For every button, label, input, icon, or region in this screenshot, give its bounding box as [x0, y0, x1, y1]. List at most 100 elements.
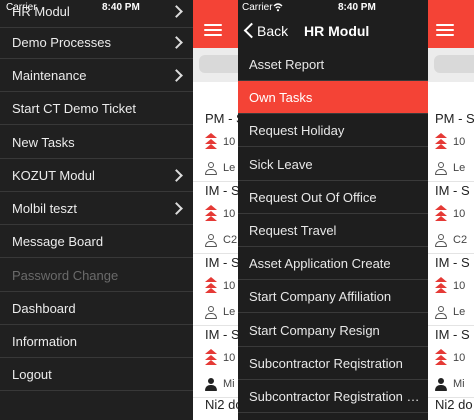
- task-card[interactable]: PM - S 10 Le: [428, 106, 474, 182]
- carrier-label: Carrier: [242, 2, 273, 13]
- hr-menu-item-start-company-resign[interactable]: Start Company Resign: [238, 314, 428, 347]
- side-menu-item-molbil-teszt[interactable]: Molbil teszt: [0, 192, 193, 225]
- task-assignee: Le: [453, 162, 466, 174]
- side-menu-item-information[interactable]: Information: [0, 325, 193, 358]
- task-card[interactable]: IM - S 10 Mi: [193, 322, 238, 398]
- priority-high-icon: [435, 205, 447, 221]
- side-menu-item-demo-processes[interactable]: Demo Processes: [0, 26, 193, 59]
- side-menu-item-start-ct-demo-ticket[interactable]: Start CT Demo Ticket: [0, 92, 193, 125]
- hr-modul-menu: Carrier 8:40 PM Back HR Modul Asset Repo…: [238, 0, 428, 420]
- hamburger-menu-icon[interactable]: [204, 24, 222, 37]
- task-title: IM - S: [205, 327, 238, 342]
- side-menu-item-label: Password Change: [12, 268, 119, 283]
- priority-high-icon: [435, 133, 447, 149]
- priority-high-icon: [435, 349, 447, 365]
- task-card[interactable]: IM - S 10 Mi: [428, 322, 474, 398]
- hr-menu-item-subcontractor-registration-request[interactable]: Subcontractor Registration Request: [238, 380, 428, 413]
- side-menu-item-dashboard[interactable]: Dashboard: [0, 292, 193, 325]
- chevron-right-icon: [170, 69, 183, 82]
- hr-menu-item-asset-report[interactable]: Asset Report: [238, 48, 428, 81]
- task-card[interactable]: IM - S 10 C2: [193, 178, 238, 254]
- side-menu-item-label: HR Modul: [12, 4, 70, 19]
- task-assignee: Le: [453, 306, 466, 318]
- chevron-right-icon: [170, 169, 183, 182]
- task-number: 10: [453, 136, 466, 148]
- hr-menu-item-own-tasks[interactable]: Own Tasks: [238, 81, 428, 115]
- status-bar: Carrier 8:40 PM: [238, 0, 428, 16]
- task-card[interactable]: IM - S 10 Le: [193, 250, 238, 326]
- person-icon: [435, 306, 447, 319]
- search-input[interactable]: [434, 55, 474, 73]
- chevron-right-icon: [170, 36, 183, 49]
- side-menu-item-logout[interactable]: Logout: [0, 358, 193, 391]
- task-title: IM - S: [435, 327, 470, 342]
- hr-menu-item-label: Own Tasks: [249, 90, 313, 106]
- side-menu-item-message-board[interactable]: Message Board: [0, 225, 193, 258]
- person-icon: [435, 378, 447, 391]
- side-menu-item-maintenance[interactable]: Maintenance: [0, 59, 193, 92]
- side-menu-item-new-tasks[interactable]: New Tasks: [0, 126, 193, 159]
- task-title: IM - S: [435, 255, 470, 270]
- task-number: 10: [223, 280, 236, 292]
- task-number: 10: [223, 136, 236, 148]
- hr-menu-item-request-travel[interactable]: Request Travel: [238, 214, 428, 247]
- person-icon: [205, 306, 217, 319]
- side-menu-item-label: Dashboard: [12, 301, 76, 316]
- task-number: 10: [223, 352, 236, 364]
- person-icon: [205, 378, 217, 391]
- hr-modul-header: Back HR Modul: [238, 16, 428, 48]
- task-assignee: C2: [453, 234, 468, 246]
- hr-menu-item-subcontractor-reqistration[interactable]: Subcontractor Reqistration: [238, 347, 428, 380]
- back-label: Back: [257, 23, 289, 39]
- priority-high-icon: [205, 133, 217, 149]
- task-number: 10: [453, 208, 466, 220]
- status-time: 8:40 PM: [338, 2, 376, 13]
- task-card[interactable]: PM - S 10 Le: [193, 106, 238, 182]
- person-icon: [435, 162, 447, 175]
- hr-menu-item-label: Request Out Of Office: [249, 189, 377, 205]
- task-title: IM - S: [435, 183, 470, 198]
- task-card[interactable]: IM - S 10 Le: [428, 250, 474, 326]
- hamburger-menu-icon[interactable]: [436, 24, 454, 37]
- search-input[interactable]: [199, 55, 238, 73]
- task-assignee: Mi: [223, 378, 235, 390]
- task-title: Ni2 do: [205, 397, 238, 412]
- hr-menu-item-start-company-affiliation[interactable]: Start Company Affiliation: [238, 280, 428, 314]
- hr-menu-item-label: Start Company Affiliation: [249, 289, 392, 305]
- task-assignee: Le: [223, 306, 236, 318]
- hr-menu-item-sick-leave[interactable]: Sick Leave: [238, 148, 428, 181]
- task-card[interactable]: Ni2 do: [193, 392, 238, 420]
- side-menu-item-label: Molbil teszt: [12, 201, 78, 216]
- back-button[interactable]: Back: [238, 16, 298, 48]
- priority-high-icon: [435, 277, 447, 293]
- task-assignee: C2: [223, 234, 238, 246]
- task-card[interactable]: IM - S 10 C2: [428, 178, 474, 254]
- hr-menu-item-label: Subcontractor Registration Request: [249, 389, 424, 404]
- side-menu-item-label: Maintenance: [12, 68, 87, 83]
- task-number: 10: [453, 280, 466, 292]
- nav-bar: [193, 0, 238, 48]
- task-feed-right: PM - S 10 Le IM - S 10 C2 IM - S 10 Le IM - S 10 Mi…: [428, 0, 474, 420]
- hr-menu-item-request-out-of-office[interactable]: Request Out Of Office: [238, 181, 428, 214]
- side-menu-item-label: Start CT Demo Ticket: [12, 101, 137, 116]
- task-feed-left: PM - S 10 Le IM - S 10 C2 IM - S 10 Le IM - S 10 Mi…: [193, 0, 238, 420]
- hr-menu-item-label: Asset Application Create: [249, 256, 391, 272]
- page-title: HR Modul: [304, 23, 370, 39]
- side-menu-item-kozut-modul[interactable]: KOZUT Modul: [0, 159, 193, 192]
- task-assignee: Mi: [453, 378, 465, 390]
- hr-menu-item-request-holiday[interactable]: Request Holiday: [238, 114, 428, 148]
- side-menu-item-label: Demo Processes: [12, 35, 111, 50]
- side-menu-item-hr-modul[interactable]: HR Modul: [0, 0, 193, 28]
- nav-bar: [428, 0, 474, 48]
- task-title: IM - S: [205, 255, 238, 270]
- person-icon: [205, 234, 217, 247]
- task-title: Ni2 do: [435, 397, 473, 412]
- hr-menu-item-asset-application-create[interactable]: Asset Application Create: [238, 247, 428, 281]
- task-card[interactable]: Ni2 do: [428, 392, 474, 420]
- chevron-right-icon: [170, 202, 183, 215]
- hr-menu-item-label: Subcontractor Reqistration: [249, 355, 403, 371]
- side-menu-item-password-change: Password Change: [0, 259, 193, 292]
- hr-menu-item-label: Start Company Resign: [249, 322, 380, 338]
- side-menu-item-label: KOZUT Modul: [12, 168, 95, 183]
- person-icon: [205, 162, 217, 175]
